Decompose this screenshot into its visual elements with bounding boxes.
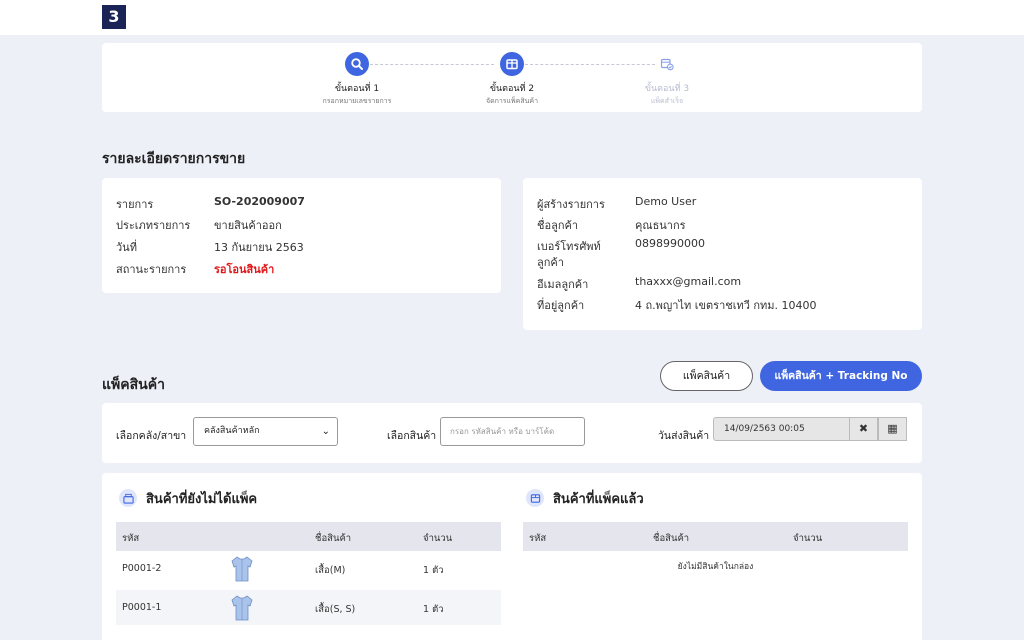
- pack-button[interactable]: แพ็คสินค้า: [660, 361, 753, 391]
- product-search-input[interactable]: กรอก รหัสสินค้า หรือ บาร์โค้ด: [440, 417, 585, 446]
- info-label: ลูกค้า: [537, 256, 564, 269]
- column-header: ชื่อสินค้า: [653, 533, 690, 544]
- step-subtitle: แพ็คสำเร็จ: [650, 97, 684, 105]
- packed-table-header: รหัส ชื่อสินค้า จำนวน: [523, 522, 908, 551]
- unpacked-title: สินค้าที่ยังไม่ได้แพ็ค: [146, 492, 258, 507]
- info-label: วันที่: [116, 241, 137, 254]
- search-icon: [345, 52, 369, 76]
- step-title: ขั้นตอนที่ 2: [489, 84, 535, 94]
- calendar-icon[interactable]: ▦: [878, 417, 907, 441]
- empty-message: ยังไม่มีสินค้าในกล่อง: [677, 562, 754, 572]
- customer-address: 4 ถ.พญาไท เขตราชเทวี กทม. 10400: [635, 299, 817, 312]
- customer-phone: 0898990000: [635, 237, 705, 250]
- package-check-icon: [655, 52, 679, 76]
- creator-name: Demo User: [635, 195, 697, 208]
- info-label: สถานะรายการ: [116, 263, 187, 276]
- box-icon: [500, 52, 524, 76]
- chevron-down-icon: ⌄: [321, 426, 330, 437]
- warehouse-value: คลังสินค้าหลัก: [204, 426, 260, 436]
- packed-title: สินค้าที่แพ็คแล้ว: [553, 492, 644, 507]
- details-title: รายละเอียดรายการขาย: [102, 151, 246, 167]
- pack-title: แพ็คสินค้า: [102, 377, 165, 393]
- ship-date-label: วันส่งสินค้า: [658, 430, 710, 442]
- unpacked-box-icon: [119, 489, 137, 507]
- clear-date-icon[interactable]: ✖: [849, 417, 878, 441]
- info-label: ชื่อลูกค้า: [537, 219, 579, 232]
- packing-lists: สินค้าที่ยังไม่ได้แพ็ค รหัส ชื่อสินค้า จ…: [102, 473, 922, 640]
- table-row[interactable]: P0001-1 เสื้อ(S, S) 1 ตัว: [116, 590, 501, 625]
- product-name: เสื้อ(S, S): [315, 604, 356, 615]
- top-bar: 3: [0, 0, 1024, 35]
- column-header: จำนวน: [793, 533, 823, 544]
- ship-date-input[interactable]: 14/09/2563 00:05: [713, 417, 850, 441]
- info-label: ผู้สร้างรายการ: [537, 198, 605, 211]
- order-number: SO-202009007: [214, 195, 305, 208]
- step-title: ขั้นตอนที่ 1: [334, 84, 380, 94]
- shirt-image: [231, 556, 253, 582]
- column-header: ชื่อสินค้า: [315, 533, 352, 544]
- step-1: ขั้นตอนที่ 1 กรอกหมายเลขรายการ: [297, 52, 417, 107]
- product-label: เลือกสินค้า: [387, 430, 437, 442]
- customer-name: คุณธนากร: [635, 219, 686, 232]
- shirt-image: [231, 595, 253, 621]
- step-title: ขั้นตอนที่ 3: [644, 84, 690, 94]
- info-label: ที่อยู่ลูกค้า: [537, 299, 585, 312]
- unpacked-table-header: รหัส ชื่อสินค้า จำนวน: [116, 522, 501, 551]
- info-label: อีเมลลูกค้า: [537, 278, 589, 291]
- step-2: ขั้นตอนที่ 2 จัดการแพ็คสินค้า: [452, 52, 572, 107]
- customer-email: thaxxx@gmail.com: [635, 275, 742, 288]
- order-type: ขายสินค้าออก: [214, 219, 282, 232]
- info-label: ประเภทรายการ: [116, 219, 191, 232]
- pack-tracking-button[interactable]: แพ็คสินค้า + Tracking No: [760, 361, 922, 391]
- sale-info-card: รายการ SO-202009007 ประเภทรายการ ขายสินค…: [102, 178, 501, 293]
- customer-info-card: ผู้สร้างรายการ Demo User ชื่อลูกค้า คุณธ…: [523, 178, 922, 330]
- filter-bar: เลือกคลัง/สาขา คลังสินค้าหลัก ⌄ เลือกสิน…: [102, 403, 922, 463]
- product-qty: 1 ตัว: [423, 565, 444, 576]
- product-qty: 1 ตัว: [423, 604, 444, 615]
- product-name: เสื้อ(M): [315, 565, 346, 576]
- info-label: รายการ: [116, 198, 154, 211]
- warehouse-label: เลือกคลัง/สาขา: [116, 430, 187, 442]
- product-code: P0001-2: [122, 563, 162, 574]
- warehouse-select[interactable]: คลังสินค้าหลัก ⌄: [193, 417, 338, 446]
- product-code: P0001-1: [122, 602, 162, 613]
- table-row[interactable]: P0001-2 เสื้อ(M) 1 ตัว: [116, 551, 501, 586]
- column-header: จำนวน: [423, 533, 453, 544]
- column-header: รหัส: [122, 533, 140, 544]
- step-subtitle: จัดการแพ็คสินค้า: [485, 97, 539, 105]
- order-date: 13 กันยายน 2563: [214, 241, 304, 254]
- column-header: รหัส: [529, 533, 547, 544]
- logo[interactable]: 3: [102, 5, 126, 29]
- packed-box-icon: [526, 489, 544, 507]
- status-badge: รอโอนสินค้า: [214, 263, 275, 276]
- step-subtitle: กรอกหมายเลขรายการ: [322, 97, 392, 105]
- progress-steps: ขั้นตอนที่ 1 กรอกหมายเลขรายการ ขั้นตอนที…: [102, 43, 922, 112]
- step-3: ขั้นตอนที่ 3 แพ็คสำเร็จ: [607, 52, 727, 107]
